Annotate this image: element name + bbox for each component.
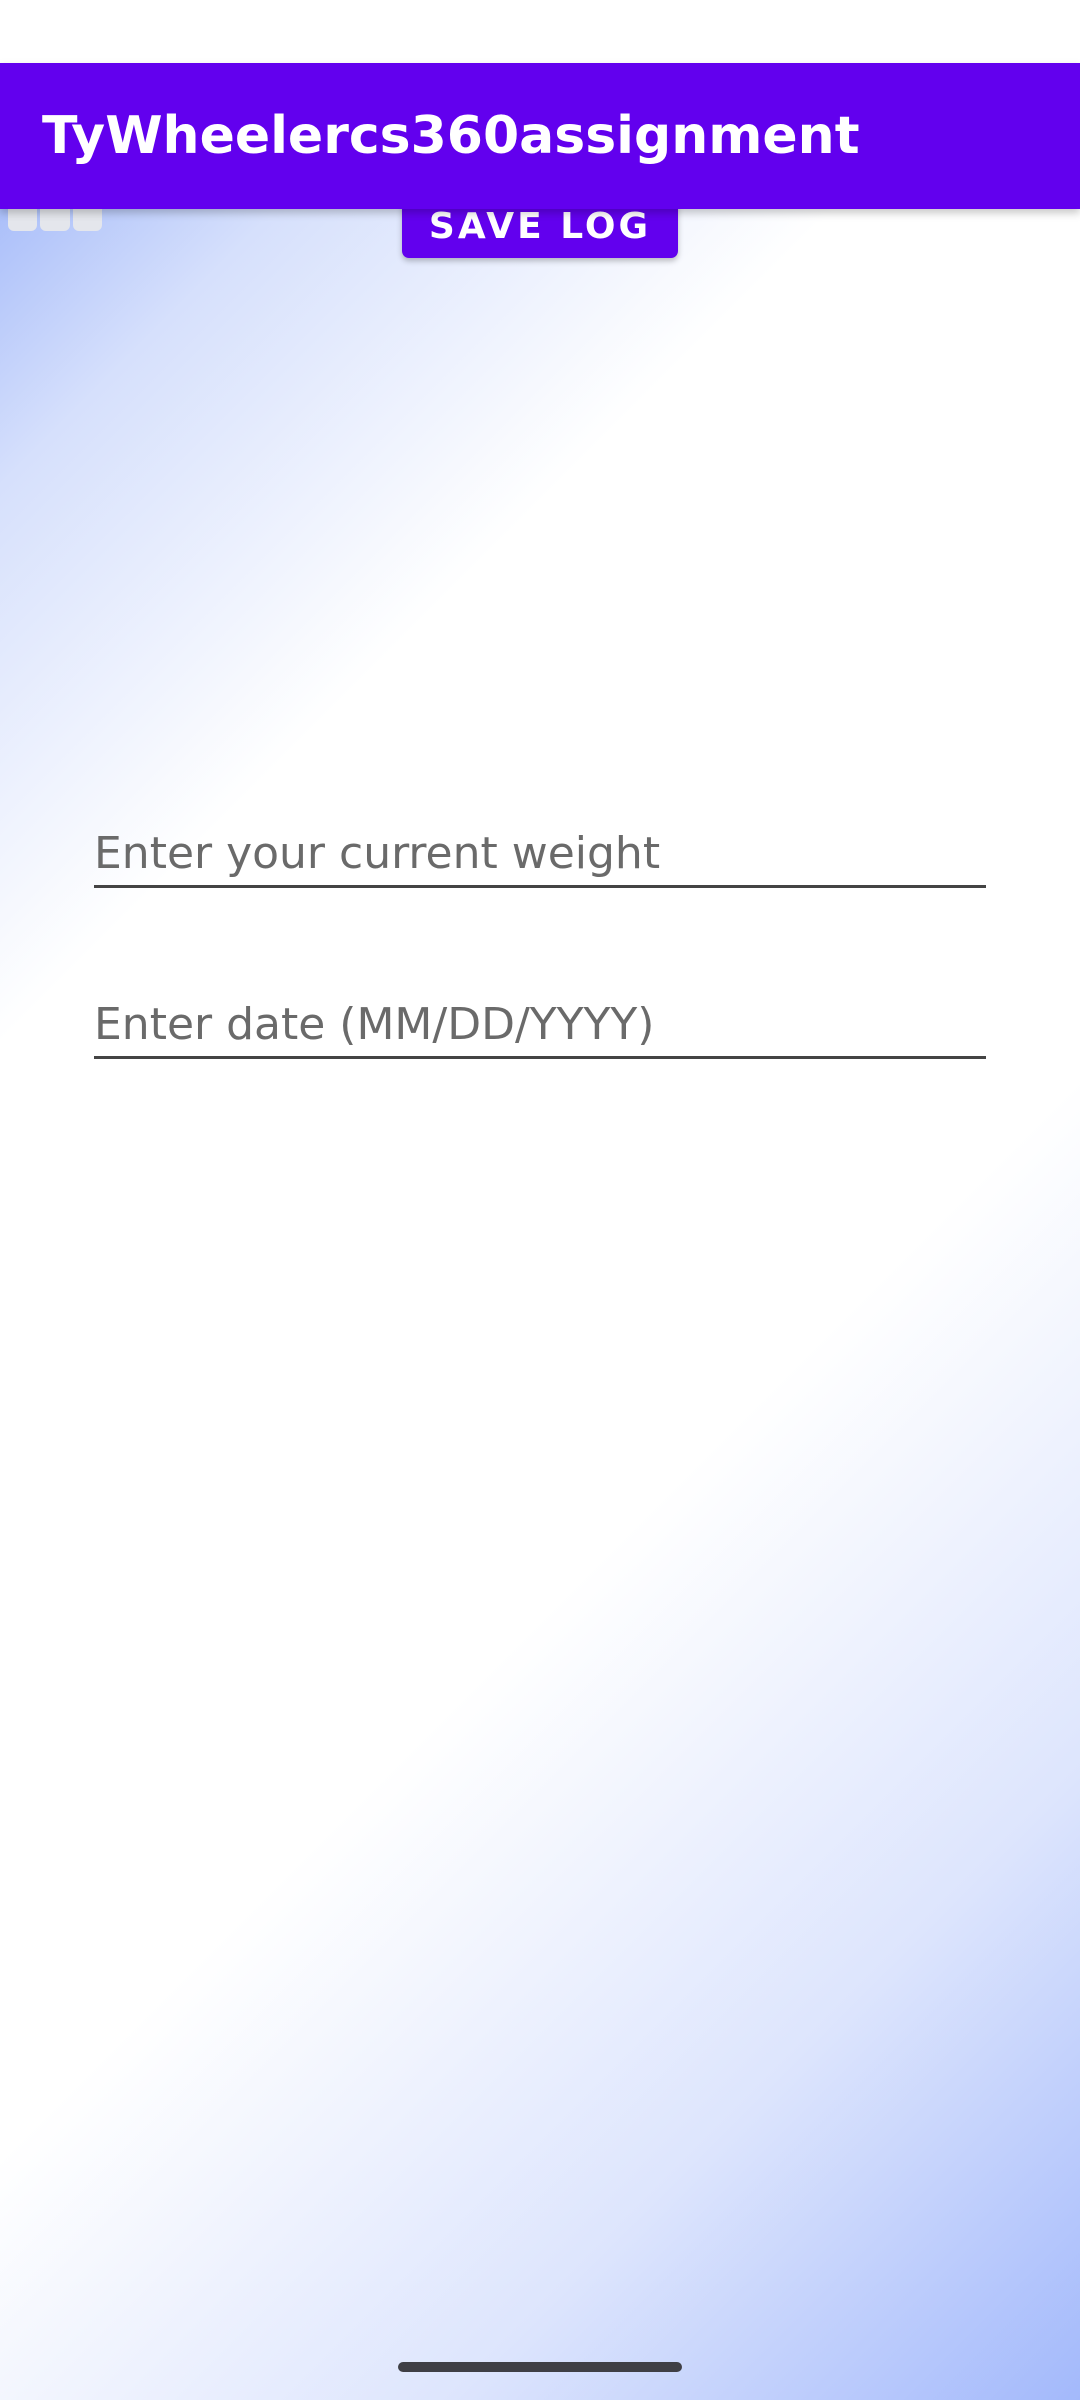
app-bar: TyWheelercs360assignment: [0, 63, 1080, 209]
app-title: TyWheelercs360assignment: [42, 106, 860, 166]
weight-input[interactable]: [94, 828, 986, 879]
weight-field: [94, 795, 986, 888]
date-input[interactable]: [94, 999, 986, 1050]
status-bar: [0, 0, 1080, 63]
home-indicator[interactable]: [398, 2362, 682, 2372]
date-field: [94, 966, 986, 1059]
